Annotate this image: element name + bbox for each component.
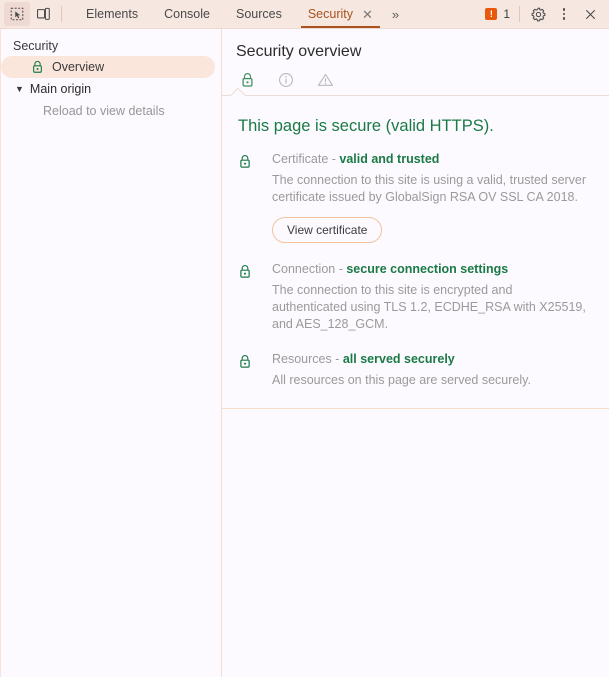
gear-glyph (531, 7, 545, 21)
tab-strip: Elements Console Sources Security ✕ » (73, 0, 405, 28)
kebab-menu-icon[interactable] (551, 2, 577, 26)
inspect-element-icon[interactable] (4, 2, 30, 26)
toolbar-right-icons: ! 1 (481, 0, 609, 28)
lock-icon (234, 352, 256, 389)
lock-glyph (240, 155, 250, 168)
toolbar-divider (61, 6, 62, 22)
info-glyph (279, 73, 293, 87)
tab-label: Elements (86, 7, 139, 21)
kebab-dots (562, 8, 566, 20)
devtools-window: Elements Console Sources Security ✕ » ! … (0, 0, 609, 677)
close-tab-icon[interactable]: ✕ (362, 8, 373, 21)
state-divider (222, 87, 609, 105)
section-description: The connection to this site is using a v… (272, 173, 587, 204)
tab-label: Sources (235, 7, 282, 21)
sidebar-title: Security (13, 39, 59, 53)
tab-label: Console (164, 7, 210, 21)
tab-elements[interactable]: Elements (73, 0, 151, 28)
warning-glyph (317, 73, 333, 86)
tab-console[interactable]: Console (151, 0, 223, 28)
error-count: 1 (503, 7, 510, 21)
sidebar-group-label: Main origin (29, 82, 92, 96)
section-body: Resources - all served securely All reso… (256, 352, 531, 389)
sidebar-reload-hint: Reload to view details (43, 104, 165, 118)
security-state-icons (222, 61, 609, 95)
security-sidebar: Security Overview ▼ Main origin Reload t… (1, 29, 222, 677)
section-body: Connection - secure connection settings … (256, 262, 587, 333)
divider-line (222, 95, 609, 96)
lock-icon (234, 262, 256, 333)
gear-icon[interactable] (525, 2, 551, 26)
lock-glyph (33, 60, 42, 73)
section-resources: Resources - all served securely All reso… (222, 352, 609, 389)
section-status: secure connection settings (346, 262, 509, 276)
page-title: Security overview (236, 43, 362, 60)
section-label: Resources - (272, 352, 343, 366)
tab-label: Security (307, 7, 353, 21)
lock-glyph (241, 73, 253, 87)
lock-icon (234, 152, 256, 243)
more-tabs-icon[interactable]: » (386, 0, 405, 28)
device-toolbar-icon[interactable] (30, 2, 56, 26)
security-summary: This page is secure (valid HTTPS). (238, 117, 494, 135)
sidebar-item-overview[interactable]: Overview (1, 56, 215, 78)
toolbar-left-icons (0, 0, 67, 28)
close-glyph (585, 9, 595, 19)
view-certificate-button[interactable]: View certificate (272, 217, 383, 243)
section-heading: Certificate - valid and trusted (272, 152, 587, 166)
section-description: All resources on this page are served se… (272, 373, 531, 387)
close-devtools-icon[interactable] (577, 2, 603, 26)
sidebar-group-main-origin[interactable]: ▼ Main origin (1, 78, 221, 100)
lock-icon[interactable] (238, 71, 256, 89)
security-main: Security overview This page is secure (v… (222, 29, 609, 677)
toolbar-divider-right (519, 6, 520, 22)
lock-icon (31, 60, 44, 74)
security-sections: Certificate - valid and trusted The conn… (222, 136, 609, 409)
section-certificate: Certificate - valid and trusted The conn… (222, 152, 609, 243)
security-panel: Security Overview ▼ Main origin Reload t… (0, 29, 609, 677)
tab-security[interactable]: Security ✕ (295, 0, 386, 28)
devtools-toolbar: Elements Console Sources Security ✕ » ! … (0, 0, 609, 29)
lock-glyph (240, 355, 250, 368)
section-status: valid and trusted (339, 152, 440, 166)
error-badge[interactable]: ! 1 (481, 7, 514, 21)
section-body: Certificate - valid and trusted The conn… (256, 152, 587, 243)
section-connection: Connection - secure connection settings … (222, 262, 609, 333)
sidebar-item-label: Overview (52, 60, 105, 74)
chevron-down-icon: ▼ (15, 84, 24, 94)
section-label: Connection - (272, 262, 347, 276)
info-icon[interactable] (277, 71, 295, 89)
inspect-element-glyph (10, 7, 24, 21)
section-heading: Connection - secure connection settings (272, 262, 587, 276)
tab-sources[interactable]: Sources (223, 0, 295, 28)
section-status: all served securely (342, 352, 455, 366)
section-heading: Resources - all served securely (272, 352, 531, 366)
lock-glyph (240, 265, 250, 278)
section-label: Certificate - (272, 152, 340, 166)
sections-divider (222, 408, 609, 409)
device-toolbar-glyph (36, 7, 50, 20)
warning-icon[interactable] (316, 71, 334, 89)
section-description: The connection to this site is encrypted… (272, 283, 586, 331)
error-icon: ! (485, 8, 498, 20)
